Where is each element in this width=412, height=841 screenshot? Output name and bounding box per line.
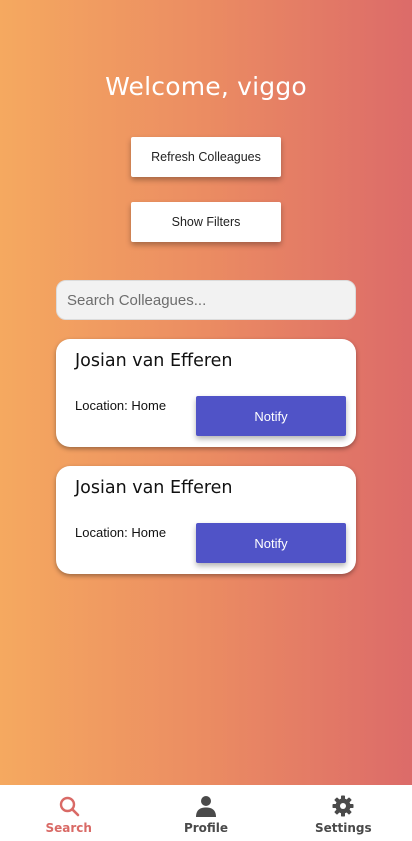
nav-item-settings[interactable]: Settings [275,785,412,841]
colleague-card: Josian van Efferen Location: Home Notify [56,466,356,574]
refresh-colleagues-button[interactable]: Refresh Colleagues [131,137,281,177]
nav-item-search[interactable]: Search [0,785,137,841]
bottom-navigation: Search Profile Settings [0,785,412,841]
nav-label-settings: Settings [314,821,372,835]
welcome-heading: Welcome, viggo [105,72,307,101]
gear-icon [332,795,354,817]
colleague-location: Location: Home [75,525,167,540]
notify-button[interactable]: Notify [196,396,346,436]
nav-item-profile[interactable]: Profile [137,785,274,841]
app-screen: Welcome, viggo Refresh Colleagues Show F… [0,0,412,841]
nav-label-search: Search [45,821,92,835]
notify-button[interactable]: Notify [196,523,346,563]
person-icon [195,796,216,817]
colleague-card: Josian van Efferen Location: Home Notify [56,339,356,447]
search-icon [59,796,79,817]
show-filters-button[interactable]: Show Filters [131,202,281,242]
colleague-location: Location: Home [75,398,167,413]
colleague-name: Josian van Efferen [75,478,233,498]
colleague-name: Josian van Efferen [75,351,233,371]
nav-label-profile: Profile [183,821,229,835]
search-colleagues-input[interactable] [56,280,356,320]
